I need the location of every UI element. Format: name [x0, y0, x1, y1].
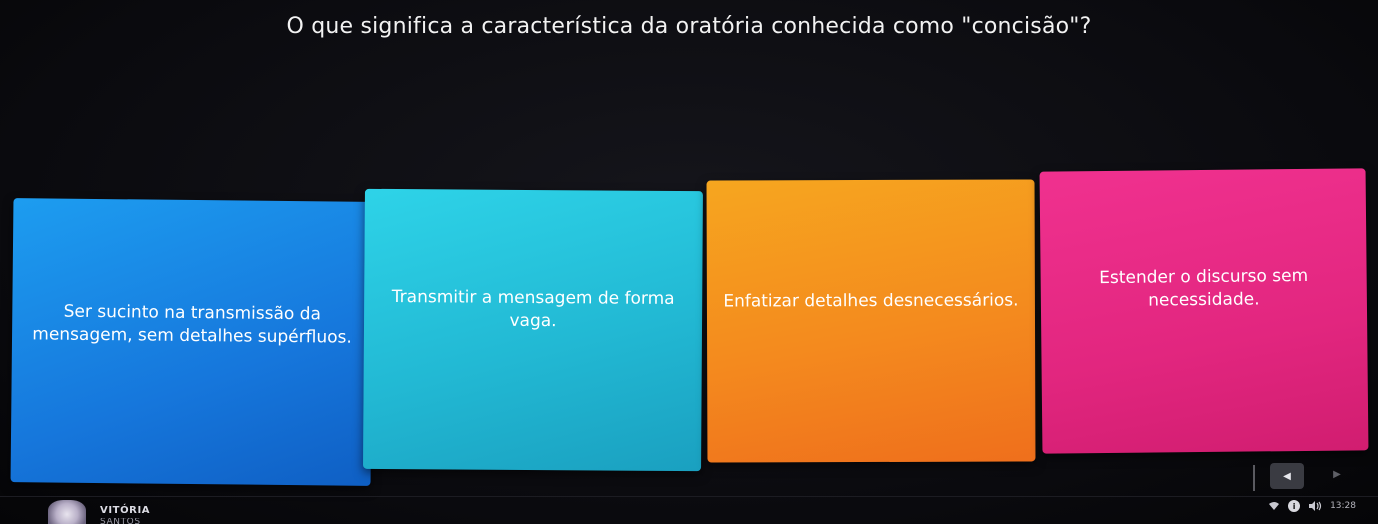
- answer-option-2[interactable]: Transmitir a mensagem de forma vaga.: [363, 188, 703, 472]
- player-avatar: [48, 500, 86, 524]
- status-bar: i 13:28: [1260, 500, 1356, 512]
- info-icon: i: [1288, 500, 1301, 512]
- next-button[interactable]: ▶: [1320, 461, 1354, 487]
- previous-button[interactable]: ◀: [1270, 463, 1304, 489]
- player-surname: SANTOS: [100, 518, 141, 524]
- answer-option-2-label: Transmitir a mensagem de forma vaga.: [391, 287, 675, 332]
- answer-grid: Ser sucinto na transmissão da mensagem, …: [0, 0, 1378, 524]
- quiz-screen: O que significa a característica da orat…: [0, 0, 1378, 524]
- answer-option-1[interactable]: Ser sucinto na transmissão da mensagem, …: [10, 198, 374, 486]
- answer-option-3[interactable]: Enfatizar detalhes desnecessários.: [706, 179, 1036, 463]
- volume-icon: [1308, 501, 1324, 511]
- nav-divider: [1253, 465, 1255, 491]
- answer-option-4-label: Estender o discurso sem necessidade.: [1099, 265, 1309, 311]
- clock-time: 13:28: [1330, 501, 1356, 511]
- player-name: VITÓRIA: [100, 505, 151, 516]
- chevron-right-icon: ▶: [1333, 468, 1341, 480]
- chevron-left-icon: ◀: [1283, 470, 1291, 482]
- footer-divider: [0, 496, 1378, 497]
- wifi-icon: [1268, 501, 1280, 511]
- answer-option-1-label: Ser sucinto na transmissão da mensagem, …: [32, 301, 352, 348]
- answer-option-4[interactable]: Estender o discurso sem necessidade.: [1039, 168, 1369, 454]
- answer-option-3-label: Enfatizar detalhes desnecessários.: [723, 289, 1019, 312]
